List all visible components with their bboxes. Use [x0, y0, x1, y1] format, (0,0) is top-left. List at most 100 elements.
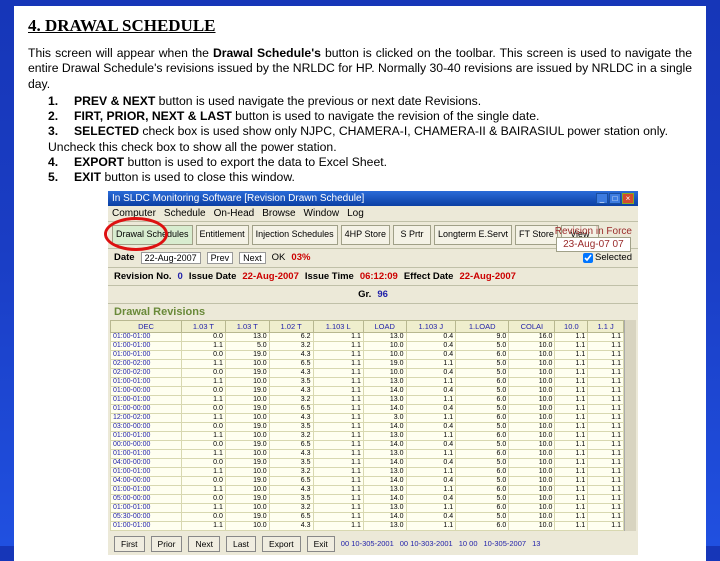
- table-row[interactable]: 01:00-00:000.019.04.31.114.00.45.010.01.…: [111, 386, 624, 395]
- grid-cell: 6.2: [269, 332, 313, 341]
- window-buttons[interactable]: _□×: [595, 193, 634, 204]
- grid-cell: 10.0: [225, 449, 269, 458]
- grid-cell: 6.0: [456, 377, 509, 386]
- grid-header[interactable]: 1.103 J: [406, 320, 456, 332]
- grid-header[interactable]: DEC: [111, 320, 182, 332]
- grid-header[interactable]: 1.03 T: [182, 320, 226, 332]
- menu-bar[interactable]: Computer Schedule On-Head Browse Window Log: [108, 206, 638, 222]
- next-button[interactable]: Next: [239, 252, 266, 264]
- table-row[interactable]: 01:00-00:000.019.06.51.114.00.45.010.01.…: [111, 404, 624, 413]
- grid-cell: 1.1: [555, 494, 588, 503]
- grid-cell: 14.0: [363, 512, 406, 521]
- doc-points: 1.PREV & NEXT button is used navigate th…: [28, 94, 692, 186]
- grid-cell: 1.1: [555, 503, 588, 512]
- grid-cell: 3.2: [269, 395, 313, 404]
- grid-cell: 10.0: [225, 377, 269, 386]
- prior-button[interactable]: Prior: [151, 536, 183, 552]
- selected-label: Selected: [595, 252, 632, 263]
- grid-cell: 1.1: [588, 521, 624, 530]
- grid-header[interactable]: COLAI: [509, 320, 555, 332]
- grid-cell: 19.0: [363, 359, 406, 368]
- table-row[interactable]: 01:00-01:001.110.03.51.113.01.16.010.01.…: [111, 377, 624, 386]
- table-row[interactable]: 05:30-00:000.019.06.51.114.00.45.010.01.…: [111, 512, 624, 521]
- first-button[interactable]: First: [114, 536, 145, 552]
- scrollbar[interactable]: [624, 320, 636, 531]
- grid-cell: 10.0: [509, 440, 555, 449]
- toolbar-button[interactable]: S Prtr: [393, 225, 431, 244]
- grid-cell: 5.0: [456, 440, 509, 449]
- export-button[interactable]: Export: [262, 536, 301, 552]
- toolbar-button[interactable]: 4HP Store: [341, 225, 390, 244]
- next-button[interactable]: Next: [188, 536, 219, 552]
- grid-area: DEC1.03 T1.03 T1.02 T1.103 LLOAD1.103 J1…: [108, 318, 638, 533]
- table-row[interactable]: 01:00-01:001.110.04.31.113.01.16.010.01.…: [111, 485, 624, 494]
- doc-point: 4.EXPORT button is used to export the da…: [48, 155, 692, 170]
- grid-cell: 01:00-01:00: [111, 350, 182, 359]
- grid-cell: 1.1: [588, 440, 624, 449]
- table-row[interactable]: 01:00-01:001.110.03.21.113.01.16.010.01.…: [111, 503, 624, 512]
- grid-cell: 05:30-00:00: [111, 512, 182, 521]
- menu-item[interactable]: On-Head: [214, 208, 255, 219]
- grid-header[interactable]: 1.03 T: [225, 320, 269, 332]
- grid-cell: 1.1: [555, 359, 588, 368]
- table-row[interactable]: 01:00-01:001.15.03.21.110.00.45.010.01.1…: [111, 341, 624, 350]
- table-row[interactable]: 01:00-01:000.013.06.21.113.00.49.016.01.…: [111, 332, 624, 341]
- toolbar-button[interactable]: Injection Schedules: [252, 225, 338, 244]
- table-row[interactable]: 01:00-01:001.110.03.21.113.01.16.010.01.…: [111, 467, 624, 476]
- table-row[interactable]: 01:00-01:001.110.03.21.113.01.16.010.01.…: [111, 431, 624, 440]
- table-row[interactable]: 02:00-02:001.110.06.51.119.01.15.010.01.…: [111, 359, 624, 368]
- prev-button[interactable]: Prev: [207, 252, 234, 264]
- menu-item[interactable]: Schedule: [164, 208, 206, 219]
- grid-header[interactable]: 1.LOAD: [456, 320, 509, 332]
- date-field[interactable]: 22-Aug-2007: [141, 252, 201, 264]
- table-row[interactable]: 02:00-02:000.019.04.31.110.00.45.010.01.…: [111, 368, 624, 377]
- grid-cell: 13.0: [363, 485, 406, 494]
- grid-cell: 19.0: [225, 494, 269, 503]
- grid-cell: 10.0: [509, 521, 555, 530]
- table-row[interactable]: 01:00-01:001.110.04.31.113.01.16.010.01.…: [111, 449, 624, 458]
- grid-cell: 1.1: [406, 449, 456, 458]
- grid-header[interactable]: 1.1 J: [588, 320, 624, 332]
- menu-item[interactable]: Log: [347, 208, 364, 219]
- table-row[interactable]: 01:00-01:001.110.04.31.113.01.16.010.01.…: [111, 521, 624, 530]
- grid-cell: 1.1: [406, 395, 456, 404]
- grid-cell: 13.0: [363, 503, 406, 512]
- issuedate-value: 22-Aug-2007: [242, 271, 299, 282]
- grid-header[interactable]: 1.103 L: [313, 320, 363, 332]
- last-button[interactable]: Last: [226, 536, 256, 552]
- table-row[interactable]: 05:00-00:000.019.03.51.114.00.45.010.01.…: [111, 494, 624, 503]
- grid-header[interactable]: 1.02 T: [269, 320, 313, 332]
- grid-cell: 10.0: [509, 395, 555, 404]
- exit-button[interactable]: Exit: [307, 536, 335, 552]
- close-icon[interactable]: ×: [622, 193, 634, 204]
- table-row[interactable]: 01:00-01:001.110.03.21.113.01.16.010.01.…: [111, 395, 624, 404]
- grid-cell: 1.1: [182, 521, 226, 530]
- table-row[interactable]: 12:00-02:001.110.04.31.13.01.16.010.01.1…: [111, 413, 624, 422]
- table-row[interactable]: 03:00-00:000.019.03.51.114.00.45.010.01.…: [111, 422, 624, 431]
- doc-point: 2.FIRT, PRIOR, NEXT & LAST button is use…: [48, 109, 692, 124]
- table-row[interactable]: 01:00-01:000.019.04.31.110.00.46.010.01.…: [111, 350, 624, 359]
- toolbar-button[interactable]: Longterm E.Servt: [434, 225, 512, 244]
- grid-cell: 1.1: [555, 377, 588, 386]
- grid-cell: 01:00-01:00: [111, 485, 182, 494]
- selected-checkbox[interactable]: Selected: [583, 252, 632, 263]
- maximize-icon[interactable]: □: [609, 193, 621, 204]
- grid-header[interactable]: LOAD: [363, 320, 406, 332]
- drawal-schedules-button[interactable]: Drawal Schedules: [112, 225, 193, 244]
- doc-point: 5.EXIT button is used to close this wind…: [48, 170, 692, 185]
- revision-grid[interactable]: DEC1.03 T1.03 T1.02 T1.103 LLOAD1.103 J1…: [110, 320, 624, 531]
- menu-item[interactable]: Window: [304, 208, 340, 219]
- grid-cell: 1.1: [406, 377, 456, 386]
- menu-item[interactable]: Computer: [112, 208, 156, 219]
- grid-cell: 0.0: [182, 332, 226, 341]
- grid-cell: 1.1: [588, 467, 624, 476]
- table-row[interactable]: 04:00-00:000.019.06.51.114.00.45.010.01.…: [111, 476, 624, 485]
- toolbar-button[interactable]: Entitlement: [196, 225, 249, 244]
- minimize-icon[interactable]: _: [596, 193, 608, 204]
- menu-item[interactable]: Browse: [262, 208, 295, 219]
- table-row[interactable]: 00:00-00:000.019.06.51.114.00.45.010.01.…: [111, 440, 624, 449]
- table-row[interactable]: 04:00-00:000.019.03.51.114.00.45.010.01.…: [111, 458, 624, 467]
- toolbar-button[interactable]: FT Store: [515, 225, 558, 244]
- grid-header[interactable]: 10.0: [555, 320, 588, 332]
- selected-check-input[interactable]: [583, 253, 593, 263]
